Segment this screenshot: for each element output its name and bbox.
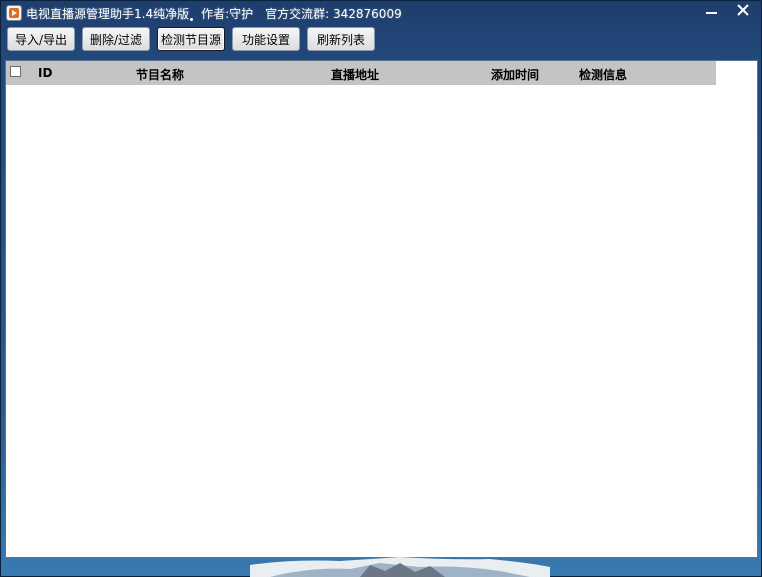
column-added-time[interactable]: 添加时间 — [491, 66, 539, 83]
close-button[interactable] — [729, 0, 757, 20]
column-stream-url[interactable]: 直播地址 — [331, 66, 379, 83]
app-play-icon — [7, 6, 21, 20]
refresh-list-button[interactable]: 刷新列表 — [307, 27, 375, 51]
column-channel-name[interactable]: 节目名称 — [136, 66, 184, 83]
app-title: 电视直播源管理助手1.4纯净版 — [26, 7, 190, 21]
author-label: 作者:守护 — [201, 7, 254, 21]
select-all-checkbox[interactable] — [10, 66, 21, 77]
background-artwork — [250, 557, 550, 577]
minimize-icon — [706, 12, 717, 14]
channel-list[interactable]: ID 节目名称 直播地址 添加时间 检测信息 — [5, 60, 758, 558]
close-icon — [737, 4, 749, 16]
group-label: 官方交流群: 342876009 — [265, 7, 402, 21]
import-export-button[interactable]: 导入/导出 — [7, 27, 75, 51]
check-source-button[interactable]: 检测节目源 — [157, 27, 225, 51]
window-title: 电视直播源管理助手1.4纯净版 作者:守护 官方交流群: 342876009 — [26, 5, 414, 22]
minimize-button[interactable] — [698, 0, 726, 20]
column-id[interactable]: ID — [38, 66, 52, 80]
title-dot-decoration — [190, 18, 193, 21]
column-check-info[interactable]: 检测信息 — [579, 66, 627, 83]
delete-filter-button[interactable]: 删除/过滤 — [82, 27, 150, 51]
toolbar: 导入/导出 删除/过滤 检测节目源 功能设置 刷新列表 — [0, 26, 762, 83]
list-header: ID 节目名称 直播地址 添加时间 检测信息 — [6, 61, 716, 85]
settings-button[interactable]: 功能设置 — [232, 27, 300, 51]
app-window: 电视直播源管理助手1.4纯净版 作者:守护 官方交流群: 342876009 导入/… — [0, 0, 762, 577]
title-bar[interactable]: 电视直播源管理助手1.4纯净版 作者:守护 官方交流群: 342876009 — [0, 0, 762, 26]
